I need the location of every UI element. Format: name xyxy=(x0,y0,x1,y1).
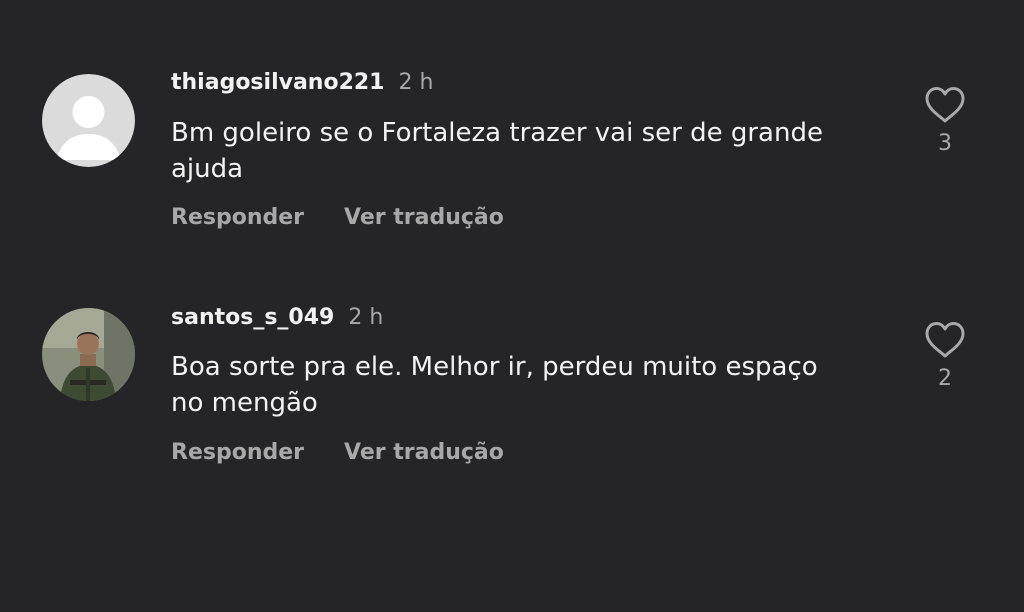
like-count: 3 xyxy=(938,131,952,156)
like-control: 2 xyxy=(921,321,969,393)
photo-avatar xyxy=(42,308,135,401)
comment-text-line: ajuda xyxy=(171,154,244,184)
translate-button[interactable]: Ver tradução xyxy=(344,205,504,230)
comment-meta: thiagosilvano221 2 h xyxy=(171,69,433,97)
comment-text-line: no mengão xyxy=(171,388,318,418)
heart-icon[interactable] xyxy=(924,321,966,359)
timestamp: 2 h xyxy=(348,305,384,330)
comment-text: Bm goleiro se o Fortaleza trazer vai ser… xyxy=(171,115,891,187)
username[interactable]: santos_s_049 xyxy=(171,305,334,330)
username[interactable]: thiagosilvano221 xyxy=(171,70,385,95)
avatar[interactable] xyxy=(42,308,135,401)
comment-text-line: Boa sorte pra ele. Melhor ir, perdeu mui… xyxy=(171,352,818,382)
comment-text-line: Bm goleiro se o Fortaleza trazer vai ser… xyxy=(171,118,823,148)
comment-actions: Responder Ver tradução xyxy=(171,204,504,232)
timestamp: 2 h xyxy=(398,70,434,95)
like-control: 3 xyxy=(921,86,969,158)
reply-button[interactable]: Responder xyxy=(171,440,304,465)
avatar[interactable] xyxy=(42,74,135,167)
translate-button[interactable]: Ver tradução xyxy=(344,440,504,465)
like-count: 2 xyxy=(938,366,952,391)
comment-text: Boa sorte pra ele. Melhor ir, perdeu mui… xyxy=(171,349,891,421)
heart-icon[interactable] xyxy=(924,86,966,124)
default-avatar-icon xyxy=(42,74,135,167)
comment-actions: Responder Ver tradução xyxy=(171,439,504,467)
reply-button[interactable]: Responder xyxy=(171,205,304,230)
comment-meta: santos_s_049 2 h xyxy=(171,304,383,332)
